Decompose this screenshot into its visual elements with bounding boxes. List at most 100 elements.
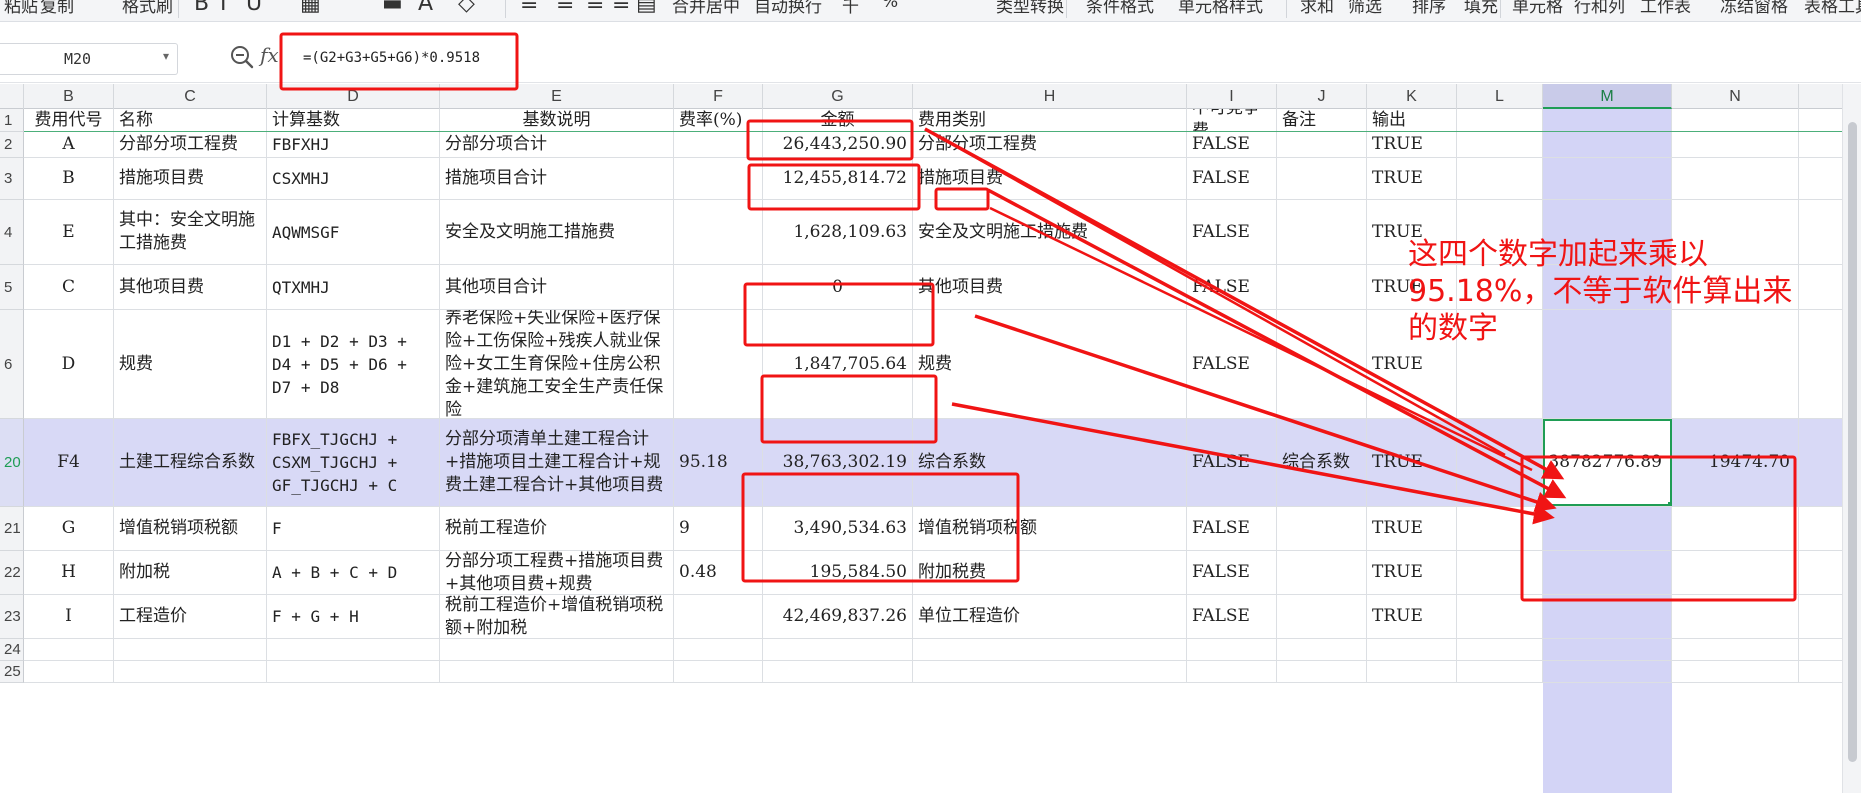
cell-h5[interactable]: 其他项目费 bbox=[913, 265, 1187, 309]
cell-j23[interactable] bbox=[1277, 595, 1367, 638]
ribbon-item[interactable]: 表格工具 bbox=[1804, 0, 1861, 17]
ribbon-item[interactable]: 筛选 bbox=[1348, 0, 1382, 17]
cell-l2[interactable] bbox=[1457, 132, 1543, 157]
cell-c6[interactable]: 规费 bbox=[114, 310, 267, 418]
cell-n20[interactable]: 19474.70 bbox=[1672, 419, 1799, 506]
cell-c5[interactable]: 其他项目费 bbox=[114, 265, 267, 309]
cell-n21[interactable] bbox=[1672, 507, 1799, 550]
cell-e5[interactable]: 其他项目合计 bbox=[440, 265, 674, 309]
cell-c20[interactable]: 土建工程综合系数 bbox=[114, 419, 267, 506]
cell-i20[interactable]: FALSE bbox=[1187, 419, 1277, 506]
cell-g25[interactable] bbox=[763, 661, 913, 682]
cell-j24[interactable] bbox=[1277, 639, 1367, 660]
align-center-icon[interactable]: ≡ bbox=[556, 0, 574, 16]
cell-m2[interactable] bbox=[1543, 132, 1672, 157]
ribbon-item[interactable]: % bbox=[882, 0, 898, 12]
header-cell-h[interactable]: 费用类别 bbox=[913, 109, 1187, 131]
header-cell-f[interactable]: 费率(%) bbox=[674, 109, 763, 131]
column-header-c[interactable]: C bbox=[114, 84, 267, 109]
cell-i3[interactable]: FALSE bbox=[1187, 158, 1277, 199]
cell-d24[interactable] bbox=[267, 639, 440, 660]
cell-b3[interactable]: B bbox=[24, 158, 114, 199]
cell-i6[interactable]: FALSE bbox=[1187, 310, 1277, 418]
cell-d20[interactable]: FBFX_TJGCHJ + CSXM_TJGCHJ + GF_TJGCHJ + … bbox=[267, 419, 440, 506]
ribbon-item[interactable]: 合并居中 bbox=[672, 0, 740, 17]
cell-d23[interactable]: F + G + H bbox=[267, 595, 440, 638]
align-right-icon[interactable]: ≡ bbox=[586, 0, 604, 16]
zoom-icon[interactable] bbox=[229, 44, 255, 70]
header-cell-b[interactable]: 费用代号 bbox=[24, 109, 114, 131]
cell-i5[interactable]: FALSE bbox=[1187, 265, 1277, 309]
fill-color-icon[interactable]: ▬ bbox=[382, 0, 403, 16]
cell-f20[interactable]: 95.18 bbox=[674, 419, 763, 506]
cell-m3[interactable] bbox=[1543, 158, 1672, 199]
row-header[interactable]: 6 bbox=[0, 310, 24, 419]
cell-h23[interactable]: 单位工程造价 bbox=[913, 595, 1187, 638]
cell-j5[interactable] bbox=[1277, 265, 1367, 309]
cell-g20[interactable]: 38,763,302.19 bbox=[763, 419, 913, 506]
cell-e6[interactable]: 养老保险+失业保险+医疗保险+工伤保险+残疾人就业保险+女工生育保险+住房公积金… bbox=[440, 310, 674, 418]
header-cell-i[interactable]: 不可竞争费 bbox=[1187, 109, 1277, 131]
cell-e3[interactable]: 措施项目合计 bbox=[440, 158, 674, 199]
cell-i4[interactable]: FALSE bbox=[1187, 200, 1277, 264]
cell-e24[interactable] bbox=[440, 639, 674, 660]
column-header-f[interactable]: F bbox=[674, 84, 763, 109]
cell-h24[interactable] bbox=[913, 639, 1187, 660]
clear-format-icon[interactable]: ◇ bbox=[458, 0, 475, 16]
cell-k3[interactable]: TRUE bbox=[1367, 158, 1457, 199]
cell-f6[interactable] bbox=[674, 310, 763, 418]
cell-h21[interactable]: 增值税销项税额 bbox=[913, 507, 1187, 550]
ribbon-item[interactable]: 类型转换 bbox=[996, 0, 1064, 17]
cell-l21[interactable] bbox=[1457, 507, 1543, 550]
cell-l24[interactable] bbox=[1457, 639, 1543, 660]
function-icon[interactable]: fx bbox=[260, 43, 279, 67]
cell-h2[interactable]: 分部分项工程费 bbox=[913, 132, 1187, 157]
cell-d21[interactable]: F bbox=[267, 507, 440, 550]
ribbon-item[interactable]: 条件格式 bbox=[1086, 0, 1154, 17]
ribbon-item[interactable]: 排序 bbox=[1412, 0, 1446, 17]
cell-f4[interactable] bbox=[674, 200, 763, 264]
cell-j21[interactable] bbox=[1277, 507, 1367, 550]
cell-c24[interactable] bbox=[114, 639, 267, 660]
cell-j6[interactable] bbox=[1277, 310, 1367, 418]
cell-j3[interactable] bbox=[1277, 158, 1367, 199]
cell-l3[interactable] bbox=[1457, 158, 1543, 199]
cell-c22[interactable]: 附加税 bbox=[114, 551, 267, 594]
cell-g3[interactable]: 12,455,814.72 bbox=[763, 158, 913, 199]
cell-k23[interactable]: TRUE bbox=[1367, 595, 1457, 638]
cell-m22[interactable] bbox=[1543, 551, 1672, 594]
cell-f5[interactable] bbox=[674, 265, 763, 309]
cell-f2[interactable] bbox=[674, 132, 763, 157]
cell-g22[interactable]: 195,584.50 bbox=[763, 551, 913, 594]
cell-m25[interactable] bbox=[1543, 661, 1672, 682]
row-header[interactable]: 3 bbox=[0, 158, 24, 200]
cell-i24[interactable] bbox=[1187, 639, 1277, 660]
ribbon-item[interactable]: 填充 bbox=[1464, 0, 1498, 17]
cell-m21[interactable] bbox=[1543, 507, 1672, 550]
cell-c4[interactable]: 其中：安全文明施工措施费 bbox=[114, 200, 267, 264]
cell-n3[interactable] bbox=[1672, 158, 1799, 199]
font-color-icon[interactable]: A bbox=[418, 0, 433, 16]
cell-g21[interactable]: 3,490,534.63 bbox=[763, 507, 913, 550]
cell-g6[interactable]: 1,847,705.64 bbox=[763, 310, 913, 418]
cell-l25[interactable] bbox=[1457, 661, 1543, 682]
cell-c21[interactable]: 增值税销项税额 bbox=[114, 507, 267, 550]
cell-c23[interactable]: 工程造价 bbox=[114, 595, 267, 638]
cell-d2[interactable]: FBFXHJ bbox=[267, 132, 440, 157]
cell-h20[interactable]: 综合系数 bbox=[913, 419, 1187, 506]
cell-b24[interactable] bbox=[24, 639, 114, 660]
cell-n25[interactable] bbox=[1672, 661, 1799, 682]
cell-l20[interactable] bbox=[1457, 419, 1543, 506]
cell-b21[interactable]: G bbox=[24, 507, 114, 550]
border-icon[interactable]: ▦ bbox=[300, 0, 321, 16]
header-cell-e[interactable]: 基数说明 bbox=[440, 109, 674, 131]
ribbon-item[interactable]: 单元格样式 bbox=[1178, 0, 1263, 17]
underline-icon[interactable]: U bbox=[246, 0, 262, 16]
cell-j22[interactable] bbox=[1277, 551, 1367, 594]
ribbon-item[interactable]: 单元格 bbox=[1512, 0, 1563, 17]
header-cell-g[interactable]: 金额 bbox=[763, 109, 913, 131]
cell-k2[interactable]: TRUE bbox=[1367, 132, 1457, 157]
header-cell-m[interactable] bbox=[1543, 109, 1672, 131]
ribbon-item[interactable]: 行和列 bbox=[1574, 0, 1625, 17]
formula-input[interactable]: =(G2+G3+G5+G6)*0.9518 bbox=[293, 41, 1843, 77]
